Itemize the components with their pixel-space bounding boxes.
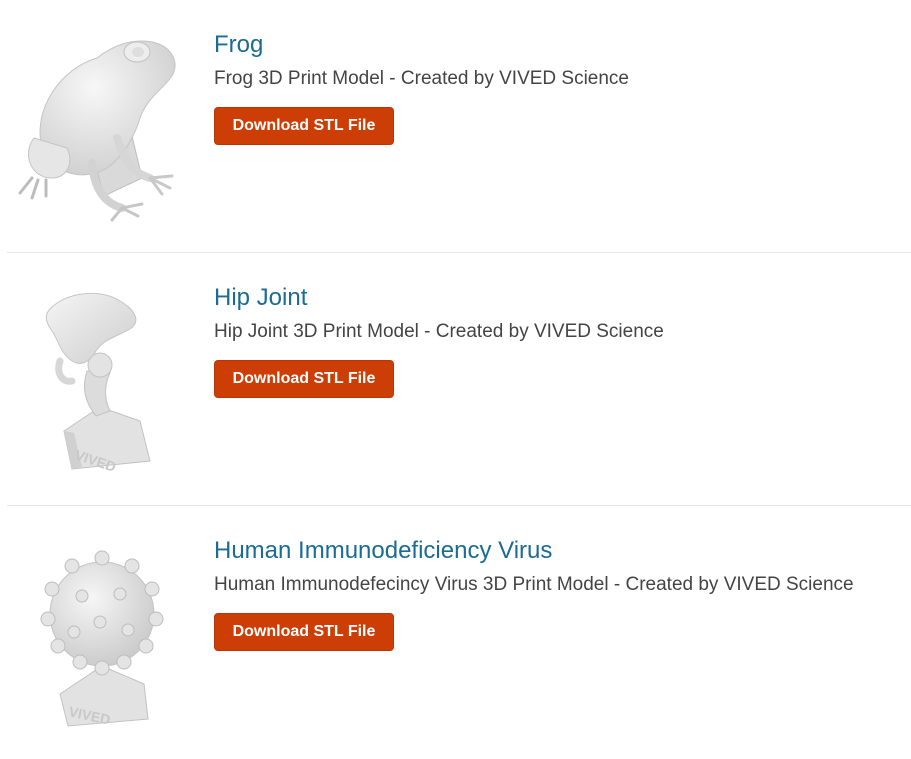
hiv-model-icon: VIVED bbox=[12, 534, 192, 734]
download-stl-button[interactable]: Download STL File bbox=[214, 107, 394, 145]
model-title[interactable]: Hip Joint bbox=[214, 284, 307, 312]
list-item-frog: Frog Frog 3D Print Model - Created by VI… bbox=[0, 0, 911, 253]
model-description: Frog 3D Print Model - Created by VIVED S… bbox=[214, 68, 630, 89]
frog-model-icon bbox=[12, 28, 192, 228]
model-title[interactable]: Human Immunodeficiency Virus bbox=[214, 537, 552, 565]
list-item-hip-joint: VIVED Hip Joint Hip Joint 3D Print Model… bbox=[0, 253, 911, 506]
model-description: Human Immunodefecincy Virus 3D Print Mod… bbox=[214, 574, 854, 595]
list-item-hiv: VIVED Human Immunodeficiency Virus Human… bbox=[0, 506, 911, 759]
model-title[interactable]: Frog bbox=[214, 31, 263, 59]
hip-joint-model-icon: VIVED bbox=[12, 281, 192, 481]
download-stl-button[interactable]: Download STL File bbox=[214, 613, 394, 651]
download-stl-button[interactable]: Download STL File bbox=[214, 360, 394, 398]
model-description: Hip Joint 3D Print Model - Created by VI… bbox=[214, 321, 664, 342]
